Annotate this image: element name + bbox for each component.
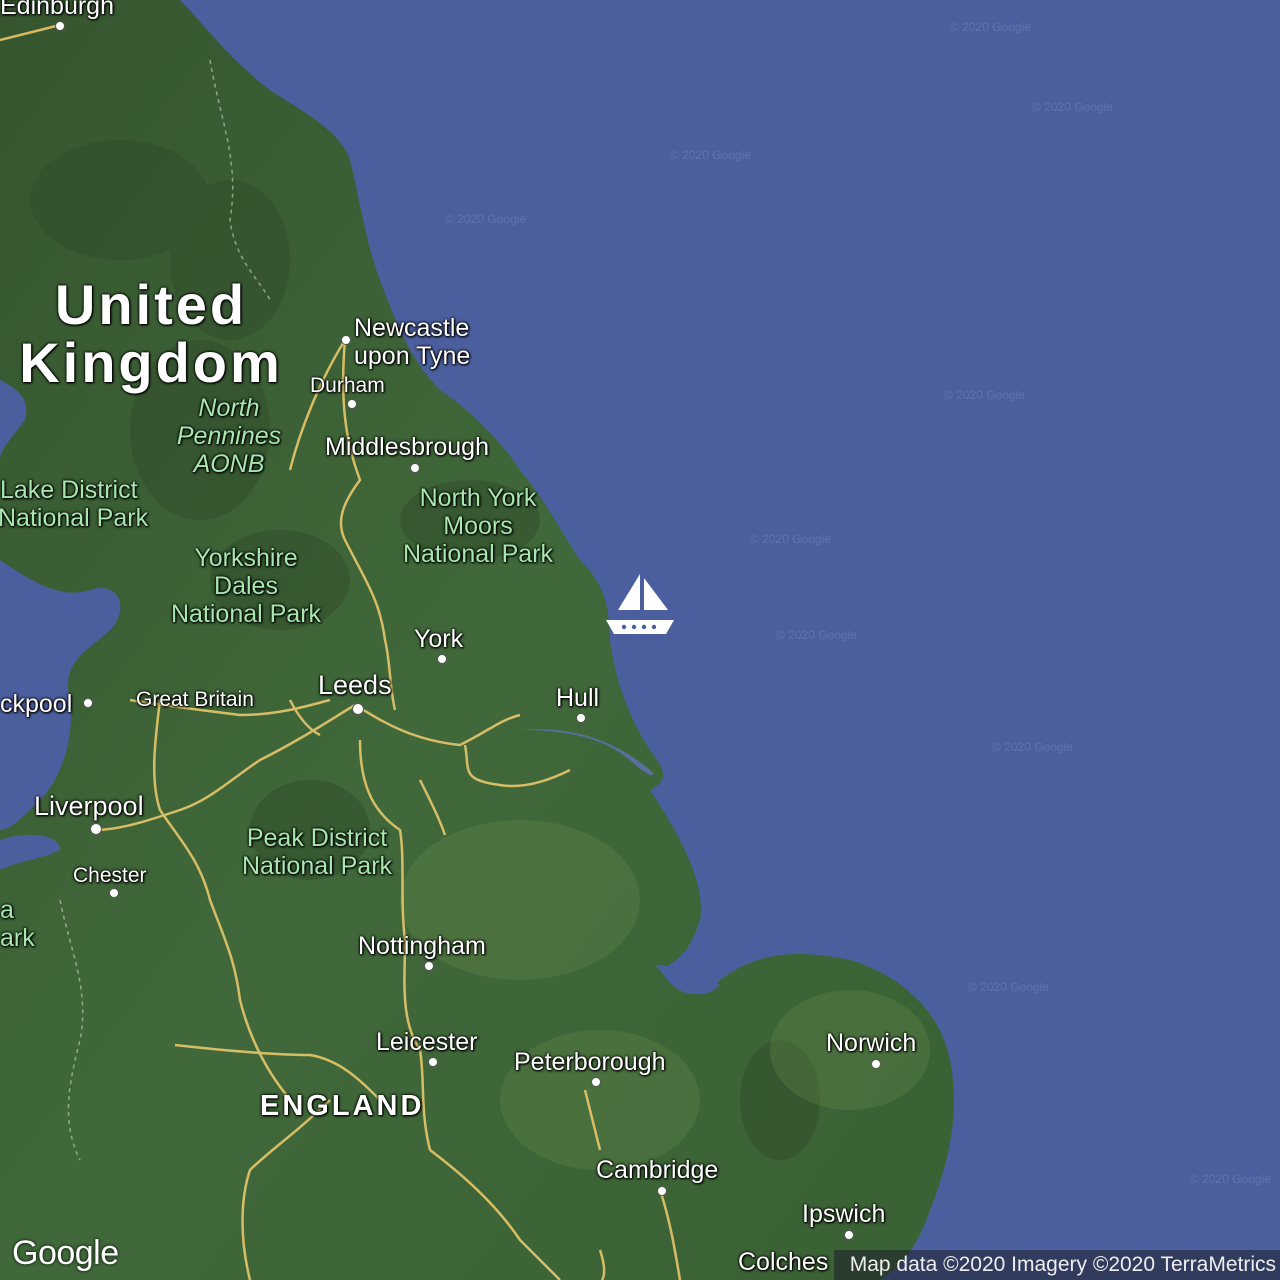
city-dot — [341, 335, 351, 345]
google-logo[interactable]: Google — [12, 1234, 119, 1273]
city-dot — [657, 1186, 667, 1196]
watermark: © 2020 Google — [445, 212, 526, 226]
city-middlesbrough[interactable]: Middlesbrough — [325, 433, 489, 461]
city-dot — [844, 1230, 854, 1240]
city-dot — [410, 463, 420, 473]
city-ipswich[interactable]: Ipswich — [802, 1200, 885, 1228]
city-cambridge[interactable]: Cambridge — [596, 1156, 718, 1184]
city-liverpool[interactable]: Liverpool — [34, 792, 144, 820]
city-dot — [871, 1059, 881, 1069]
city-dot — [55, 21, 65, 31]
map-attribution[interactable]: Map data ©2020 Imagery ©2020 TerraMetric… — [834, 1250, 1280, 1280]
city-dot — [437, 654, 447, 664]
watermark: © 2020 Google — [670, 148, 751, 162]
city-edinburgh[interactable]: Edinburgh — [0, 0, 114, 20]
park-north-pennines: North Pennines AONB — [176, 394, 282, 478]
map-canvas[interactable]: © 2020 Google © 2020 Google © 2020 Googl… — [0, 0, 1280, 1280]
city-blackpool[interactable]: ckpool — [0, 690, 72, 718]
city-dot — [347, 399, 357, 409]
city-chester[interactable]: Chester — [73, 862, 147, 890]
watermark: © 2020 Google — [776, 628, 857, 642]
park-yorkshire-dales: Yorkshire Dales National Park — [170, 544, 322, 628]
watermark: © 2020 Google — [968, 980, 1049, 994]
city-nottingham[interactable]: Nottingham — [358, 932, 486, 960]
sailboat-icon[interactable] — [604, 570, 676, 638]
city-dot — [424, 961, 434, 971]
city-dot — [109, 888, 119, 898]
park-peak-district: Peak District National Park — [241, 824, 393, 880]
watermark: © 2020 Google — [750, 532, 831, 546]
map-base-layer — [0, 0, 1280, 1280]
city-hull[interactable]: Hull — [556, 684, 599, 712]
city-dot — [90, 823, 102, 835]
city-durham[interactable]: Durham — [310, 372, 385, 400]
city-dot — [591, 1077, 601, 1087]
city-dot — [83, 698, 93, 708]
city-dot — [428, 1057, 438, 1067]
park-lake-district: Lake District National Park — [0, 476, 149, 532]
watermark: © 2020 Google — [944, 388, 1025, 402]
watermark: © 2020 Google — [1032, 100, 1113, 114]
city-dot — [352, 703, 364, 715]
watermark: © 2020 Google — [1190, 1172, 1271, 1186]
city-leicester[interactable]: Leicester — [376, 1028, 477, 1056]
city-colchester[interactable]: Colches — [738, 1248, 828, 1276]
park-north-york-moors: North York Moors National Park — [402, 484, 554, 568]
watermark: © 2020 Google — [992, 740, 1073, 754]
city-leeds[interactable]: Leeds — [318, 671, 392, 699]
city-newcastle[interactable]: Newcastle upon Tyne — [354, 314, 484, 370]
city-peterborough[interactable]: Peterborough — [514, 1048, 666, 1076]
city-york[interactable]: York — [414, 625, 463, 653]
city-norwich[interactable]: Norwich — [826, 1029, 916, 1057]
region-label: ENGLAND — [260, 1090, 425, 1122]
park-cut-label: a ark — [0, 896, 35, 952]
city-dot — [576, 713, 586, 723]
watermark: © 2020 Google — [950, 20, 1031, 34]
label-great-britain: Great Britain — [136, 688, 254, 711]
country-label: United Kingdom — [19, 273, 283, 394]
